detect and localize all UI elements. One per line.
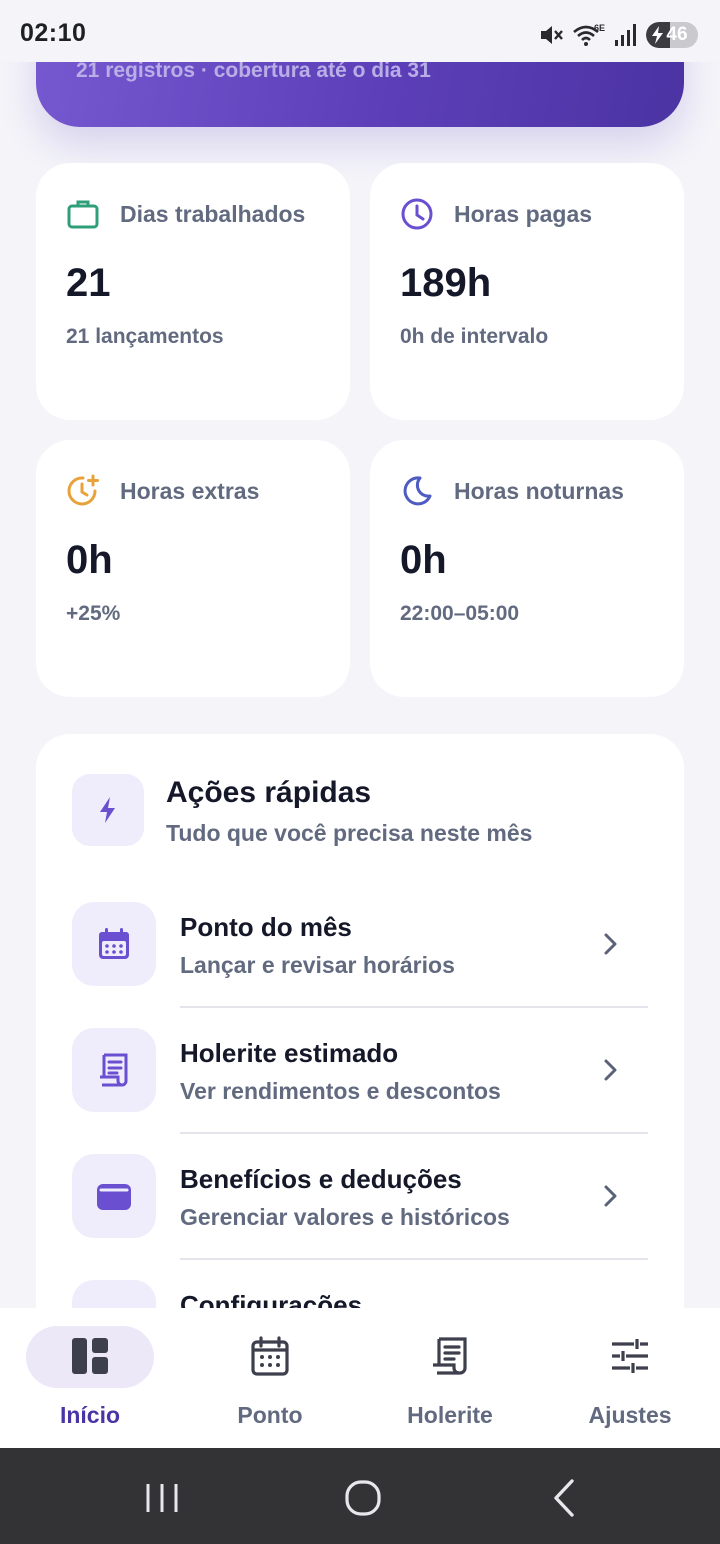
- action-icon-wrap: [72, 902, 156, 986]
- wallet-icon: [97, 1184, 131, 1210]
- divider: [180, 1132, 648, 1134]
- nav-label: Holerite: [407, 1402, 493, 1428]
- action-title: Benefícios e deduções: [180, 1164, 462, 1194]
- stat-card-horas-pagas[interactable]: Horas pagas 189h 0h de intervalo: [370, 163, 684, 420]
- quick-actions-title: Ações rápidas: [166, 776, 372, 809]
- stat-value: 0h: [400, 538, 447, 582]
- chevron-right-icon: [604, 933, 617, 955]
- nav-item-ponto[interactable]: Ponto: [180, 1308, 360, 1448]
- bottom-nav: Início Ponto Holerite Ajustes: [0, 1308, 720, 1448]
- calendar-icon: [99, 928, 129, 959]
- action-subtitle: Lançar e revisar horários: [180, 952, 455, 978]
- stat-card-horas-noturnas[interactable]: Horas noturnas 0h 22:00–05:00: [370, 440, 684, 697]
- sliders-icon: [612, 1339, 648, 1373]
- stat-sub: 22:00–05:00: [400, 602, 520, 625]
- divider: [180, 1006, 648, 1008]
- chevron-right-icon: [604, 1059, 617, 1081]
- nav-item-inicio[interactable]: Início: [0, 1308, 180, 1448]
- dashboard-icon: [72, 1338, 108, 1374]
- nav-label: Início: [59, 1402, 121, 1428]
- action-title: Ponto do mês: [180, 912, 352, 942]
- nav-item-holerite[interactable]: Holerite: [360, 1308, 540, 1448]
- home-icon[interactable]: [341, 1476, 385, 1520]
- stat-label: Horas noturnas: [454, 478, 624, 504]
- stat-sub: +25%: [66, 602, 121, 625]
- stat-card-horas-extras[interactable]: Horas extras 0h +25%: [36, 440, 350, 697]
- action-icon-wrap: [72, 1154, 156, 1238]
- battery-level: 46: [666, 24, 688, 45]
- quick-actions-badge: [72, 774, 144, 846]
- receipt-icon: [433, 1337, 467, 1375]
- recent-apps-icon[interactable]: [140, 1476, 184, 1520]
- stat-value: 0h: [66, 538, 113, 582]
- briefcase-icon: [67, 200, 99, 229]
- moon-icon: [403, 476, 432, 506]
- quick-actions-subtitle: Tudo que você precisa neste mês: [166, 820, 533, 846]
- svg-text:6E: 6E: [594, 23, 605, 33]
- action-title: Holerite estimado: [180, 1038, 399, 1068]
- action-icon-wrap: [72, 1028, 156, 1112]
- action-ponto-do-mes[interactable]: Ponto do mês Lançar e revisar horários: [72, 902, 648, 1028]
- stat-card-dias-trabalhados[interactable]: Dias trabalhados 21 21 lançamentos: [36, 163, 350, 420]
- clock-plus-icon: [67, 474, 99, 506]
- action-subtitle: Ver rendimentos e descontos: [180, 1078, 501, 1104]
- stat-value: 21: [66, 261, 111, 305]
- nav-label: Ajustes: [588, 1402, 672, 1428]
- stat-sub: 0h de intervalo: [400, 325, 549, 348]
- stat-value: 189h: [400, 261, 492, 305]
- mute-icon: [541, 26, 563, 44]
- divider: [180, 1258, 648, 1260]
- action-beneficios-e-deducoes[interactable]: Benefícios e deduções Gerenciar valores …: [72, 1154, 648, 1280]
- battery-charging-icon: 46: [646, 22, 698, 48]
- stat-label: Dias trabalhados: [120, 201, 306, 227]
- calendar-icon: [251, 1336, 289, 1376]
- nav-label: Ponto: [237, 1402, 303, 1428]
- back-icon[interactable]: [544, 1476, 588, 1520]
- action-holerite-estimado[interactable]: Holerite estimado Ver rendimentos e desc…: [72, 1028, 648, 1154]
- signal-icon: [615, 24, 636, 46]
- stat-label: Horas extras: [120, 478, 260, 504]
- status-icons: 6E 46: [538, 20, 698, 50]
- stat-label: Horas pagas: [454, 201, 593, 227]
- lightning-icon: [100, 797, 115, 823]
- summary-subtitle: 21 registros · cobertura até o dia 31: [76, 59, 431, 82]
- chevron-right-icon: [604, 1185, 617, 1207]
- action-subtitle: Gerenciar valores e históricos: [180, 1204, 510, 1230]
- status-time: 02:10: [20, 19, 87, 47]
- wifi-6e-icon: 6E: [573, 23, 605, 46]
- status-bar: 02:10 6E 46: [0, 0, 720, 62]
- nav-item-ajustes[interactable]: Ajustes: [540, 1308, 720, 1448]
- stat-sub: 21 lançamentos: [66, 325, 224, 348]
- receipt-icon: [100, 1053, 128, 1087]
- system-nav-bar: [0, 1448, 720, 1544]
- clock-icon: [401, 198, 433, 230]
